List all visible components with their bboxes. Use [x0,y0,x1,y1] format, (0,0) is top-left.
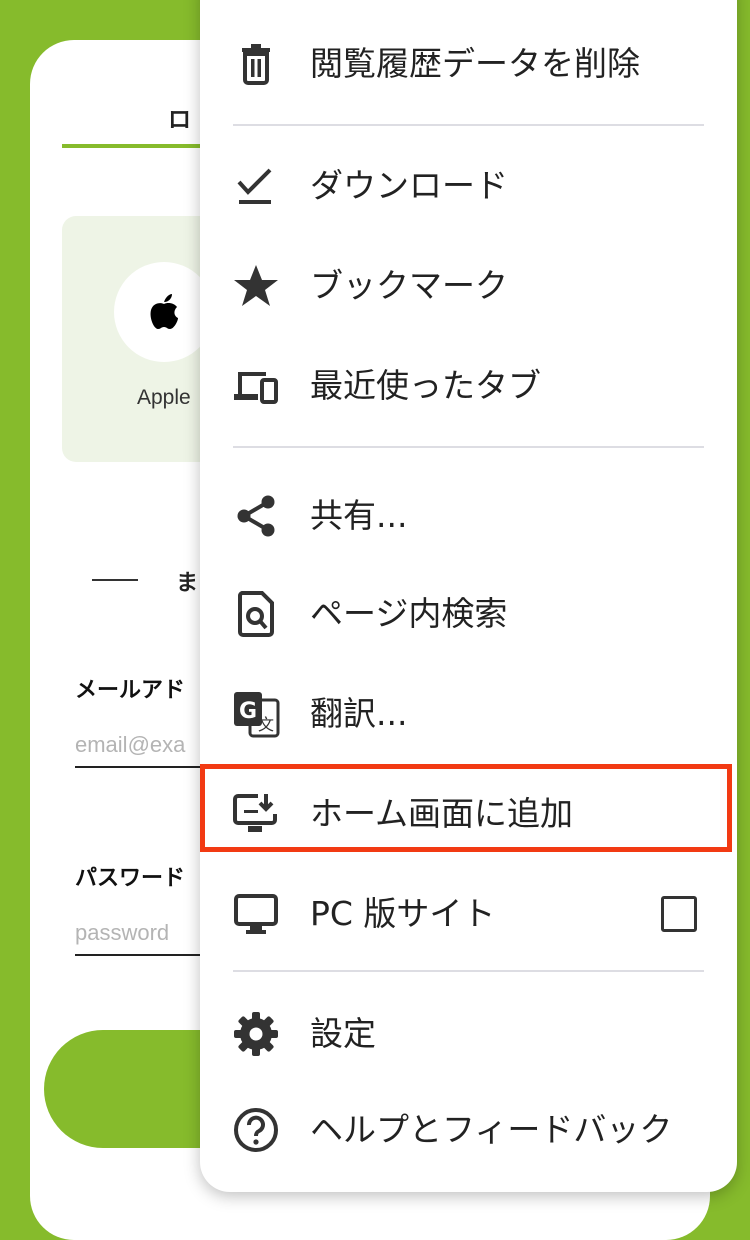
apple-login-label: Apple [137,386,191,409]
gear-icon [234,1012,278,1056]
star-icon [234,265,278,306]
monitor-icon [234,894,278,934]
menu-item-translate[interactable]: G 文 翻訳... [200,666,737,762]
menu-item-label: ヘルプとフィードバック [310,1110,673,1149]
menu-item-label: 翻訳... [310,694,408,733]
help-icon [234,1108,278,1152]
email-label: メールアド [75,678,186,703]
menu-item-label: ページ内検索 [310,594,508,633]
devices-icon [234,372,278,404]
menu-item-label: 最近使ったタブ [310,366,541,405]
desktop-site-checkbox[interactable] [661,896,697,932]
menu-item-bookmarks[interactable]: ブックマーク [200,238,737,334]
menu-item-label: ホーム画面に追加 [310,794,574,833]
apple-login-button[interactable] [114,262,214,362]
menu-item-label: ブックマーク [310,266,508,305]
or-divider-line [92,579,138,581]
menu-item-share[interactable]: 共有... [200,468,737,564]
menu-item-clear-history[interactable]: 閲覧履歴データを削除 [200,16,737,112]
apple-icon [150,294,178,329]
menu-item-recent-tabs[interactable]: 最近使ったタブ [200,338,737,434]
menu-separator [233,124,704,126]
menu-item-label: 共有... [310,496,408,535]
menu-item-settings[interactable]: 設定 [200,986,737,1082]
share-icon [237,495,275,537]
svg-text:G: G [239,699,257,724]
menu-item-desktop-site[interactable]: PC 版サイト [200,866,737,962]
menu-item-label: 閲覧履歴データを削除 [310,44,640,83]
svg-text:文: 文 [258,715,274,734]
menu-item-label: PC 版サイト [310,894,496,933]
tab-login[interactable]: ロ [168,100,191,134]
find-in-page-icon [238,591,274,637]
translate-icon: G 文 [234,692,280,738]
password-label: パスワード [75,866,186,891]
menu-separator [233,970,704,972]
menu-item-label: ダウンロード [310,166,508,205]
menu-item-label: 設定 [310,1014,376,1053]
menu-item-find-in-page[interactable]: ページ内検索 [200,566,737,662]
add-to-home-screen-icon [233,794,277,832]
menu-item-help[interactable]: ヘルプとフィードバック [200,1082,737,1178]
browser-overflow-menu: 閲覧履歴データを削除 ダウンロード ブックマーク 最近使ったタブ 共有... ペ… [200,0,737,1192]
menu-separator [233,446,704,448]
download-check-icon [237,168,272,204]
menu-item-add-to-home[interactable]: ホーム画面に追加 [200,766,737,862]
or-divider-text: ま [176,571,199,596]
menu-item-downloads[interactable]: ダウンロード [200,138,737,234]
trash-icon [242,44,270,85]
